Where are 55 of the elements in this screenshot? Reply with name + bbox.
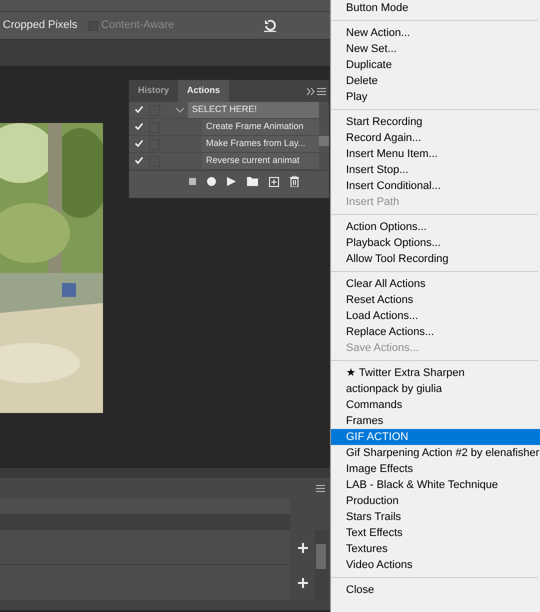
menu-item[interactable]: Insert Menu Item... bbox=[331, 146, 540, 162]
folder-icon[interactable] bbox=[247, 177, 258, 186]
menu-item[interactable]: Delete bbox=[331, 73, 540, 89]
menu-icon[interactable] bbox=[317, 88, 326, 94]
menu-item[interactable]: Replace Actions... bbox=[331, 324, 540, 340]
menu-item[interactable]: LAB - Black & White Technique bbox=[331, 477, 540, 493]
add-icon[interactable] bbox=[298, 578, 308, 588]
menu-item[interactable]: Commands bbox=[331, 397, 540, 413]
menu-item[interactable]: Text Effects bbox=[331, 525, 540, 541]
trash-icon[interactable] bbox=[290, 176, 299, 187]
menu-icon[interactable] bbox=[316, 484, 325, 492]
menu-item[interactable]: Frames bbox=[331, 413, 540, 429]
checkmark-icon[interactable] bbox=[135, 140, 143, 148]
panel-tab[interactable]: History bbox=[129, 80, 178, 102]
panel-tab[interactable]: Actions bbox=[178, 80, 230, 102]
menu-item[interactable]: Close bbox=[331, 582, 540, 598]
menu-item[interactable]: Reset Actions bbox=[331, 292, 540, 308]
record-icon[interactable] bbox=[207, 177, 216, 186]
menu-item[interactable]: Action Options... bbox=[331, 219, 540, 235]
reset-icon[interactable] bbox=[263, 19, 277, 32]
add-icon[interactable] bbox=[298, 542, 308, 552]
menu-item[interactable]: New Set... bbox=[331, 41, 540, 57]
menu-item[interactable]: Stars Trails bbox=[331, 509, 540, 525]
menu-item[interactable]: Image Effects bbox=[331, 461, 540, 477]
action-name[interactable]: Create Frame Animation bbox=[202, 119, 319, 135]
menu-item[interactable]: GIF ACTION bbox=[331, 429, 540, 445]
menu-item[interactable]: Record Again... bbox=[331, 130, 540, 146]
menu-item[interactable]: Start Recording bbox=[331, 114, 540, 130]
menu-item[interactable]: Video Actions bbox=[331, 557, 540, 573]
chevron-icon[interactable] bbox=[176, 108, 184, 112]
menu-item[interactable]: Textures bbox=[331, 541, 540, 557]
checkmark-icon[interactable] bbox=[135, 106, 143, 114]
menu-item[interactable]: Load Actions... bbox=[331, 308, 540, 324]
menu-item[interactable]: New Action... bbox=[331, 25, 540, 41]
menu-item[interactable]: Insert Stop... bbox=[331, 162, 540, 178]
new-item-icon[interactable] bbox=[269, 176, 279, 186]
expand-icon[interactable] bbox=[306, 88, 314, 94]
menu-item[interactable]: Duplicate bbox=[331, 57, 540, 73]
checkmark-icon[interactable] bbox=[135, 157, 143, 164]
action-name[interactable]: Make Frames from Lay... bbox=[202, 136, 319, 152]
menu-item[interactable]: Clear All Actions bbox=[331, 276, 540, 292]
menu-item[interactable]: Insert Conditional... bbox=[331, 178, 540, 194]
menu-item[interactable]: Play bbox=[331, 89, 540, 105]
action-name[interactable]: Reverse current animat bbox=[202, 153, 319, 169]
checkmark-icon[interactable] bbox=[135, 123, 143, 130]
menu-item[interactable]: ★ Twitter Extra Sharpen bbox=[331, 365, 540, 381]
menu-item[interactable]: actionpack by giulia bbox=[331, 381, 540, 397]
play-icon[interactable] bbox=[227, 177, 236, 186]
menu-item[interactable]: Production bbox=[331, 493, 540, 509]
menu-item[interactable]: Allow Tool Recording bbox=[331, 251, 540, 267]
menu-item[interactable]: Button Mode bbox=[331, 0, 540, 16]
menu-item[interactable]: Playback Options... bbox=[331, 235, 540, 251]
menu-item[interactable]: Gif Sharpening Action #2 by elenafisher bbox=[331, 445, 540, 461]
action-set-name[interactable]: SELECT HERE! bbox=[188, 102, 319, 118]
option-label: Cropped Pixels bbox=[2, 18, 78, 34]
